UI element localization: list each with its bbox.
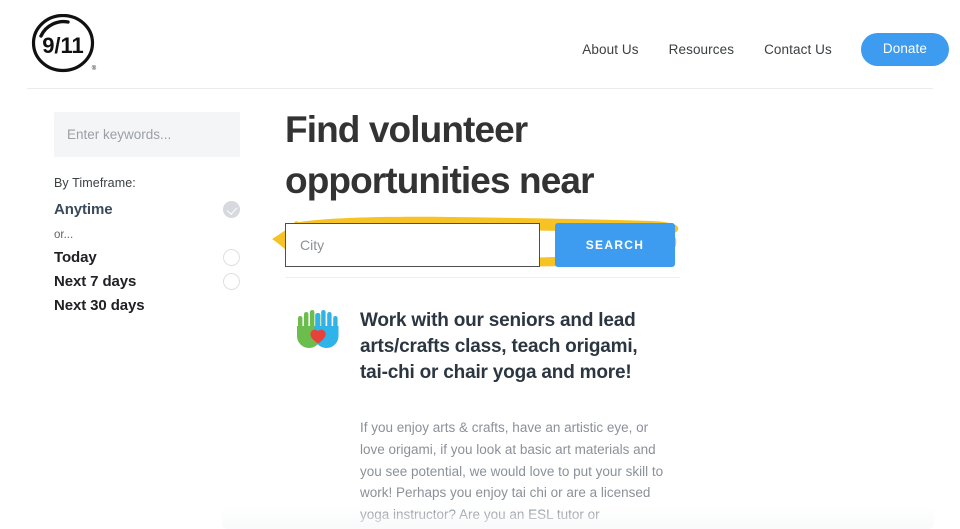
filter-option-next-30-days-label: Next 30 days: [54, 297, 145, 314]
filter-option-anytime-label: Anytime: [54, 200, 113, 218]
nav-about-us[interactable]: About Us: [582, 36, 638, 63]
main-navigation: About Us Resources Contact Us Donate: [582, 33, 949, 66]
city-search-zone: SEARCH: [272, 216, 685, 281]
city-search-row: SEARCH: [285, 217, 685, 267]
opportunity-description: If you enjoy arts & crafts, have an arti…: [360, 420, 664, 529]
hands-heart-icon: [297, 310, 339, 348]
filter-option-today-label: Today: [54, 249, 97, 266]
logo-911-day[interactable]: 9/11 ®: [28, 14, 100, 76]
opportunity-header: Work with our seniors and lead arts/craf…: [294, 308, 694, 386]
header-divider: [27, 88, 933, 89]
donate-button[interactable]: Donate: [860, 33, 949, 66]
timeframe-label: By Timeframe:: [54, 176, 136, 190]
filter-or-separator: or...: [54, 229, 74, 241]
search-button[interactable]: SEARCH: [555, 223, 675, 267]
filter-option-next-30-days[interactable]: Next 30 days: [54, 294, 240, 317]
page-title: Find volunteer opportunities near: [285, 109, 595, 201]
logo-trademark: ®: [92, 65, 97, 72]
page-root: 9/11 ® About Us Resources Contact Us Don…: [0, 0, 960, 529]
main-content: Find volunteer opportunities near SEARCH: [272, 104, 925, 281]
filter-option-anytime[interactable]: Anytime: [54, 196, 240, 222]
nav-contact-us[interactable]: Contact Us: [764, 36, 832, 63]
filter-sidebar: By Timeframe: Anytime or... Today Next 7…: [54, 112, 240, 317]
filter-option-next-7-days[interactable]: Next 7 days: [54, 270, 240, 293]
radio-next-7-days[interactable]: [223, 273, 240, 290]
opportunity-result-card[interactable]: Work with our seniors and lead arts/craf…: [222, 293, 934, 529]
city-input[interactable]: [285, 223, 540, 267]
filter-option-list: Today Next 7 days Next 30 days: [54, 246, 240, 317]
radio-anytime-checked[interactable]: [223, 200, 240, 218]
filter-option-today[interactable]: Today: [54, 246, 240, 269]
nav-resources[interactable]: Resources: [669, 36, 734, 63]
keyword-search-input[interactable]: [54, 112, 240, 157]
opportunity-title[interactable]: Work with our seniors and lead arts/craf…: [360, 308, 642, 386]
radio-today[interactable]: [223, 249, 240, 266]
filter-option-next-7-days-label: Next 7 days: [54, 273, 137, 290]
content-divider: [285, 277, 680, 278]
logo-text: 9/11: [42, 33, 84, 58]
site-header: 9/11 ® About Us Resources Contact Us Don…: [0, 0, 960, 89]
